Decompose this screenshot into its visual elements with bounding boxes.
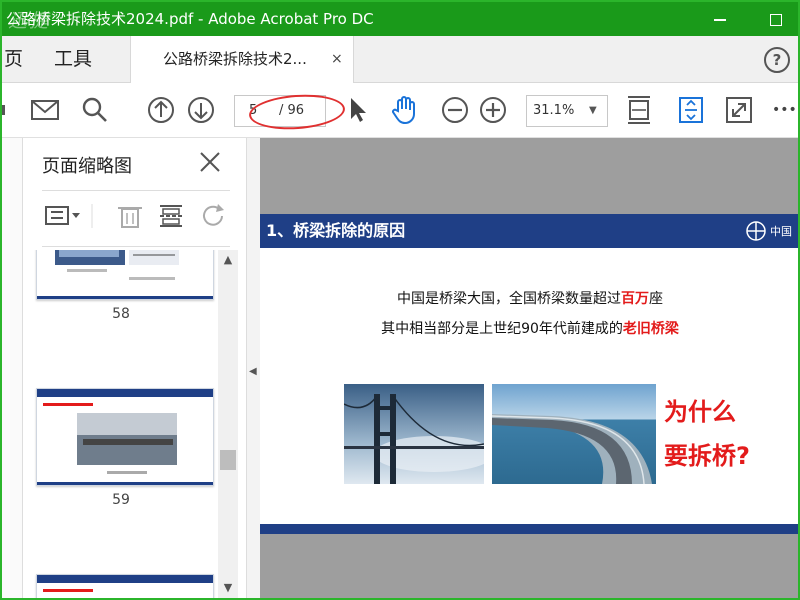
tab-home[interactable]: 页 <box>4 36 23 82</box>
fit-page-icon[interactable] <box>624 95 654 125</box>
extract-page-icon[interactable] <box>160 205 182 227</box>
side-strip <box>2 138 23 598</box>
toolbar: 5 / 96 31.1% ▼ ••• <box>2 83 798 138</box>
zoom-out-icon[interactable] <box>440 95 470 125</box>
chevron-down-icon: ▼ <box>589 105 597 116</box>
slide-question-line-2: 要拆桥? <box>664 442 750 470</box>
scrollbar-thumb[interactable] <box>220 450 236 470</box>
line2-highlight: 老旧桥梁 <box>622 321 679 337</box>
panel-divider-2 <box>42 246 230 247</box>
tab-bar: 页 工具 公路桥梁拆除技术2... × ? <box>2 36 798 83</box>
hand-tool-icon[interactable] <box>390 95 420 125</box>
previous-page-icon[interactable] <box>146 95 176 125</box>
slide-text-line-2: 其中相当部分是上世纪90年代前建成的老旧桥梁 <box>260 318 798 338</box>
panel-divider <box>42 190 230 191</box>
panel-tools <box>42 200 232 232</box>
panel-collapse-handle[interactable]: ◀ <box>246 138 261 598</box>
panel-title: 页面缩略图 <box>42 156 132 177</box>
title-bar: 公路桥梁拆除技术2024.pdf - Adobe Acrobat Pro DC … <box>2 2 798 36</box>
company-logo: 中国 <box>744 218 798 247</box>
line1-text-end: 座 <box>649 291 663 307</box>
thumbnail-page[interactable] <box>36 574 214 598</box>
line2-text: 其中相当部分是上世纪90年代前建成的 <box>381 321 623 337</box>
full-screen-icon[interactable] <box>724 95 754 125</box>
zoom-level-select[interactable]: 31.1% ▼ <box>526 95 608 127</box>
thumbnail-options-icon[interactable] <box>45 206 80 225</box>
help-icon[interactable]: ? <box>764 47 790 73</box>
delete-page-icon[interactable] <box>118 207 142 228</box>
thumbnail-page-number: 58 <box>112 306 130 322</box>
thumbnail-page[interactable] <box>36 388 214 486</box>
thumbnail-page[interactable] <box>36 250 214 300</box>
minimize-icon <box>714 18 726 21</box>
thumbnail-list: 58 59 <box>24 250 218 598</box>
line1-text: 中国是桥梁大国，全国桥梁数量超过 <box>397 291 621 307</box>
slide-question-line-1: 为什么 <box>664 398 736 426</box>
line1-highlight: 百万 <box>621 291 649 307</box>
email-icon[interactable] <box>30 95 60 125</box>
scroll-mode-icon[interactable] <box>676 95 706 125</box>
zoom-in-icon[interactable] <box>478 95 508 125</box>
document-tab-label: 公路桥梁拆除技术2... <box>163 50 307 68</box>
tab-document[interactable]: 公路桥梁拆除技术2... × <box>130 36 354 83</box>
toolbar-cutoff-icon[interactable] <box>2 95 10 125</box>
slide-header-title: 1、桥梁拆除的原因 <box>266 221 406 240</box>
suspension-bridge-image <box>344 384 484 484</box>
collapse-arrow-icon: ◀ <box>249 366 257 377</box>
tab-tools[interactable]: 工具 <box>54 36 92 82</box>
zoom-level-value: 31.1% <box>533 103 575 118</box>
scroll-down-icon[interactable]: ▼ <box>218 578 238 598</box>
scroll-up-icon[interactable]: ▲ <box>218 250 238 270</box>
minimize-button[interactable] <box>702 2 738 36</box>
close-panel-button[interactable] <box>198 150 222 174</box>
logo-text: 中国 <box>770 225 792 238</box>
slide-footer-bar <box>260 524 798 534</box>
search-icon[interactable] <box>80 95 110 125</box>
sea-bridge-image <box>492 384 656 484</box>
select-cursor-icon[interactable] <box>346 95 370 125</box>
thumbnail-page-number: 59 <box>112 492 130 508</box>
close-icon <box>200 152 220 172</box>
maximize-button[interactable] <box>758 2 794 36</box>
next-page-icon[interactable] <box>186 95 216 125</box>
slide-text-line-1: 中国是桥梁大国，全国桥梁数量超过百万座 <box>260 288 798 308</box>
pdf-page: 1、桥梁拆除的原因 中国 中国是桥梁大国，全国桥梁数量超过百万座 其中相当部分是… <box>260 214 798 534</box>
document-view[interactable]: 1、桥梁拆除的原因 中国 中国是桥梁大国，全国桥梁数量超过百万座 其中相当部分是… <box>260 138 798 598</box>
more-options-icon[interactable]: ••• <box>772 95 798 125</box>
window-title: 公路桥梁拆除技术2024.pdf - Adobe Acrobat Pro DC <box>6 10 374 28</box>
maximize-icon <box>770 13 782 26</box>
page-thumbnails-panel: 页面缩略图 58 59 ▲ ▼ <box>2 138 246 598</box>
app-window: 公路桥梁拆除技术2024.pdf - Adobe Acrobat Pro DC … <box>0 0 800 600</box>
rotate-page-icon[interactable] <box>203 204 224 226</box>
close-tab-button[interactable]: × <box>331 36 343 82</box>
thumbnail-scrollbar[interactable]: ▲ ▼ <box>218 250 238 598</box>
watermark: 迅捷 <box>8 10 51 32</box>
